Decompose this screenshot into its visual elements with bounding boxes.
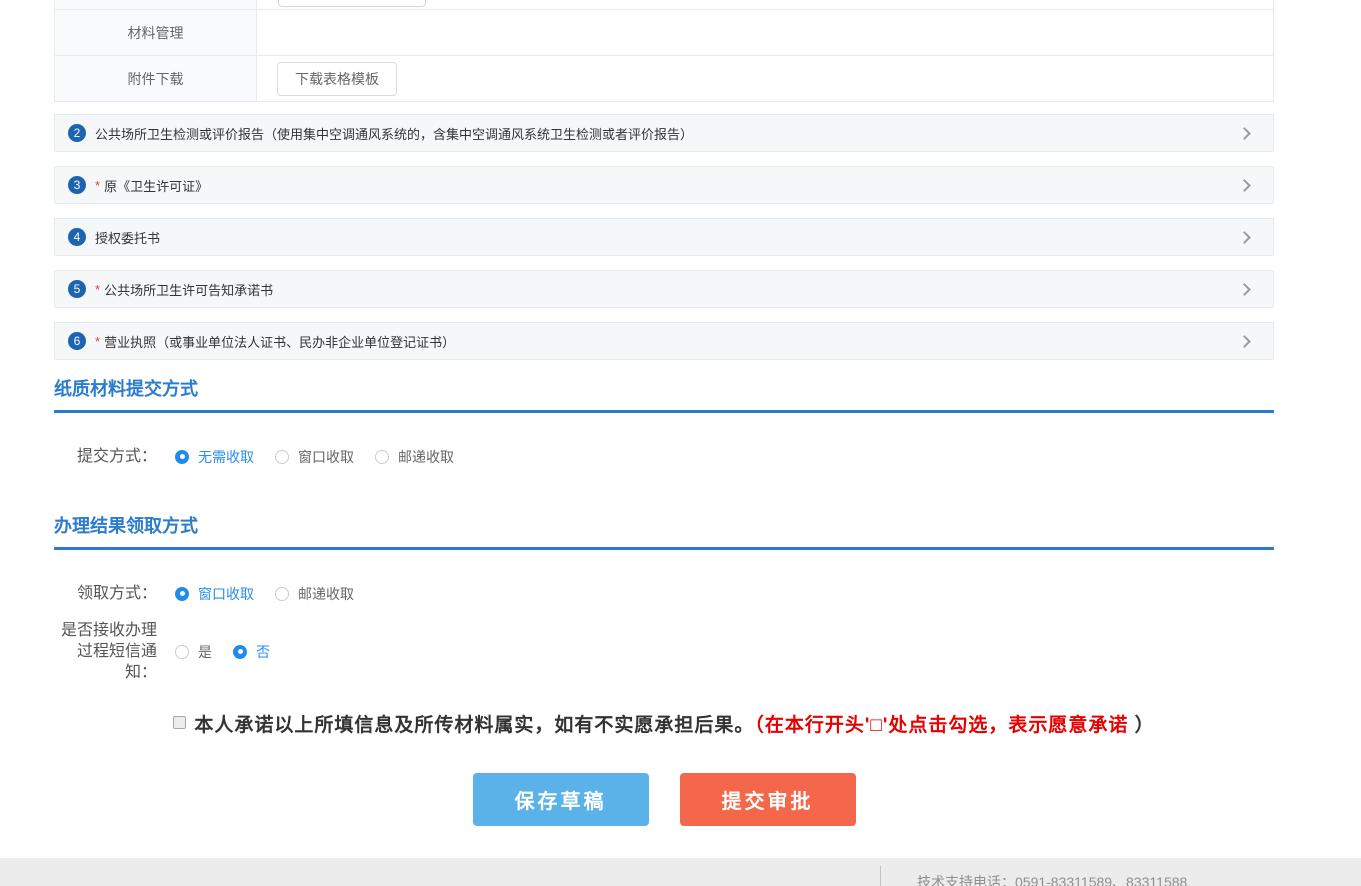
submit-approval-button[interactable]: 提交审批 [680,773,856,826]
radio-icon [375,450,389,464]
radio-icon [175,645,189,659]
chevron-right-icon [1238,179,1251,192]
attachments-table: 材料管理 附件下载 下载表格模板 [54,0,1274,102]
save-draft-button[interactable]: 保存草稿 [473,773,649,826]
commitment-hint-red: （在本行开头'□'处点击勾选，表示愿意承诺 [754,715,1128,736]
commitment-row: 本人承诺以上所填信息及所传材料属实，如有不实愿承担后果。（在本行开头'□'处点击… [54,714,1274,738]
download-template-button[interactable]: 下载表格模板 [277,62,397,96]
radio-icon [233,645,247,659]
submit-method-radio-group: 无需收取 窗口收取 邮递收取 [175,447,475,467]
section-title: 原《卫生许可证》 [104,176,208,195]
required-asterisk: * [95,178,100,193]
radio-sms-no[interactable]: 否 [233,642,270,662]
pickup-method-row: 领取方式： 窗口收取 邮递收取 [54,583,1274,604]
radio-label: 是 [198,642,212,662]
radio-label: 邮递收取 [398,447,454,467]
section-title: 授权委托书 [95,228,160,247]
radio-icon [275,450,289,464]
chevron-right-icon [1238,127,1251,140]
support-phone-text: 技术支持电话：0591-83311589、83311588 [917,872,1187,886]
heading-result-pickup: 办理结果领取方式 [54,512,1274,550]
section-number-badge: 5 [68,280,86,298]
section-title: 营业执照（或事业单位法人证书、民办非企业单位登记证书） [104,332,455,351]
radio-icon [275,587,289,601]
section-number-badge: 2 [68,124,86,142]
required-asterisk: * [95,334,100,349]
sms-notify-row: 是否接收办理过程短信通知： 是 否 [54,620,1274,683]
radio-label: 窗口收取 [298,447,354,467]
commitment-checkbox[interactable] [173,716,186,729]
section-number-badge: 3 [68,176,86,194]
section-number-badge: 4 [68,228,86,246]
chevron-right-icon [1238,283,1251,296]
form-main: 材料管理 附件下载 下载表格模板 2 公共场所卫生检测或评价报告（使用集中空调通… [54,0,1274,826]
pickup-method-label: 领取方式： [54,583,157,604]
chevron-right-icon [1238,231,1251,244]
heading-paper-material: 纸质材料提交方式 [54,375,1274,413]
radio-window-collect[interactable]: 窗口收取 [275,447,354,467]
submit-method-label: 提交方式： [54,446,157,467]
submit-method-row: 提交方式： 无需收取 窗口收取 邮递收取 [54,446,1274,467]
table-row-truncated [55,0,1273,10]
section-title: 公共场所卫生许可告知承诺书 [104,280,273,299]
radio-label: 无需收取 [198,447,254,467]
material-section-list: 2 公共场所卫生检测或评价报告（使用集中空调通风系统的，含集中空调通风系统卫生检… [54,114,1274,360]
chevron-right-icon [1238,335,1251,348]
commitment-text-suffix: ） [1128,715,1154,736]
material-section-6[interactable]: 6 * 营业执照（或事业单位法人证书、民办非企业单位登记证书） [54,322,1274,360]
section-title: 公共场所卫生检测或评价报告（使用集中空调通风系统的，含集中空调通风系统卫生检测或… [95,124,693,143]
radio-icon [175,587,189,601]
material-section-4[interactable]: 4 授权委托书 [54,218,1274,256]
material-section-5[interactable]: 5 * 公共场所卫生许可告知承诺书 [54,270,1274,308]
commitment-text: 本人承诺以上所填信息及所传材料属实，如有不实愿承担后果。 [194,715,754,736]
radio-label: 否 [256,642,270,662]
radio-icon [175,450,189,464]
table-row-attachment-download: 附件下载 下载表格模板 [55,56,1273,102]
material-section-3[interactable]: 3 * 原《卫生许可证》 [54,166,1274,204]
pickup-method-radio-group: 窗口收取 邮递收取 [175,584,375,604]
section-number-badge: 6 [68,332,86,350]
radio-mail-collect[interactable]: 邮递收取 [375,447,454,467]
radio-mail-pickup[interactable]: 邮递收取 [275,584,354,604]
row-label: 材料管理 [55,10,257,55]
page-footer: 技术支持电话：0591-83311589、83311588 [0,858,1361,886]
action-buttons: 保存草稿 提交审批 [54,773,1274,826]
radio-label: 邮递收取 [298,584,354,604]
label-column-bg [55,0,257,9]
table-row-material-manage: 材料管理 [55,10,1273,56]
row-content [257,10,1273,55]
radio-label: 窗口收取 [198,584,254,604]
row-content: 下载表格模板 [257,56,1273,101]
footer-divider [880,866,881,886]
radio-sms-yes[interactable]: 是 [175,642,212,662]
material-section-2[interactable]: 2 公共场所卫生检测或评价报告（使用集中空调通风系统的，含集中空调通风系统卫生检… [54,114,1274,152]
radio-no-collect[interactable]: 无需收取 [175,447,254,467]
row-label: 附件下载 [55,56,257,101]
required-asterisk: * [95,282,100,297]
sms-notify-label: 是否接收办理过程短信通知： [54,620,157,683]
radio-window-pickup[interactable]: 窗口收取 [175,584,254,604]
sms-notify-radio-group: 是 否 [175,642,291,662]
truncated-input[interactable] [278,0,426,7]
